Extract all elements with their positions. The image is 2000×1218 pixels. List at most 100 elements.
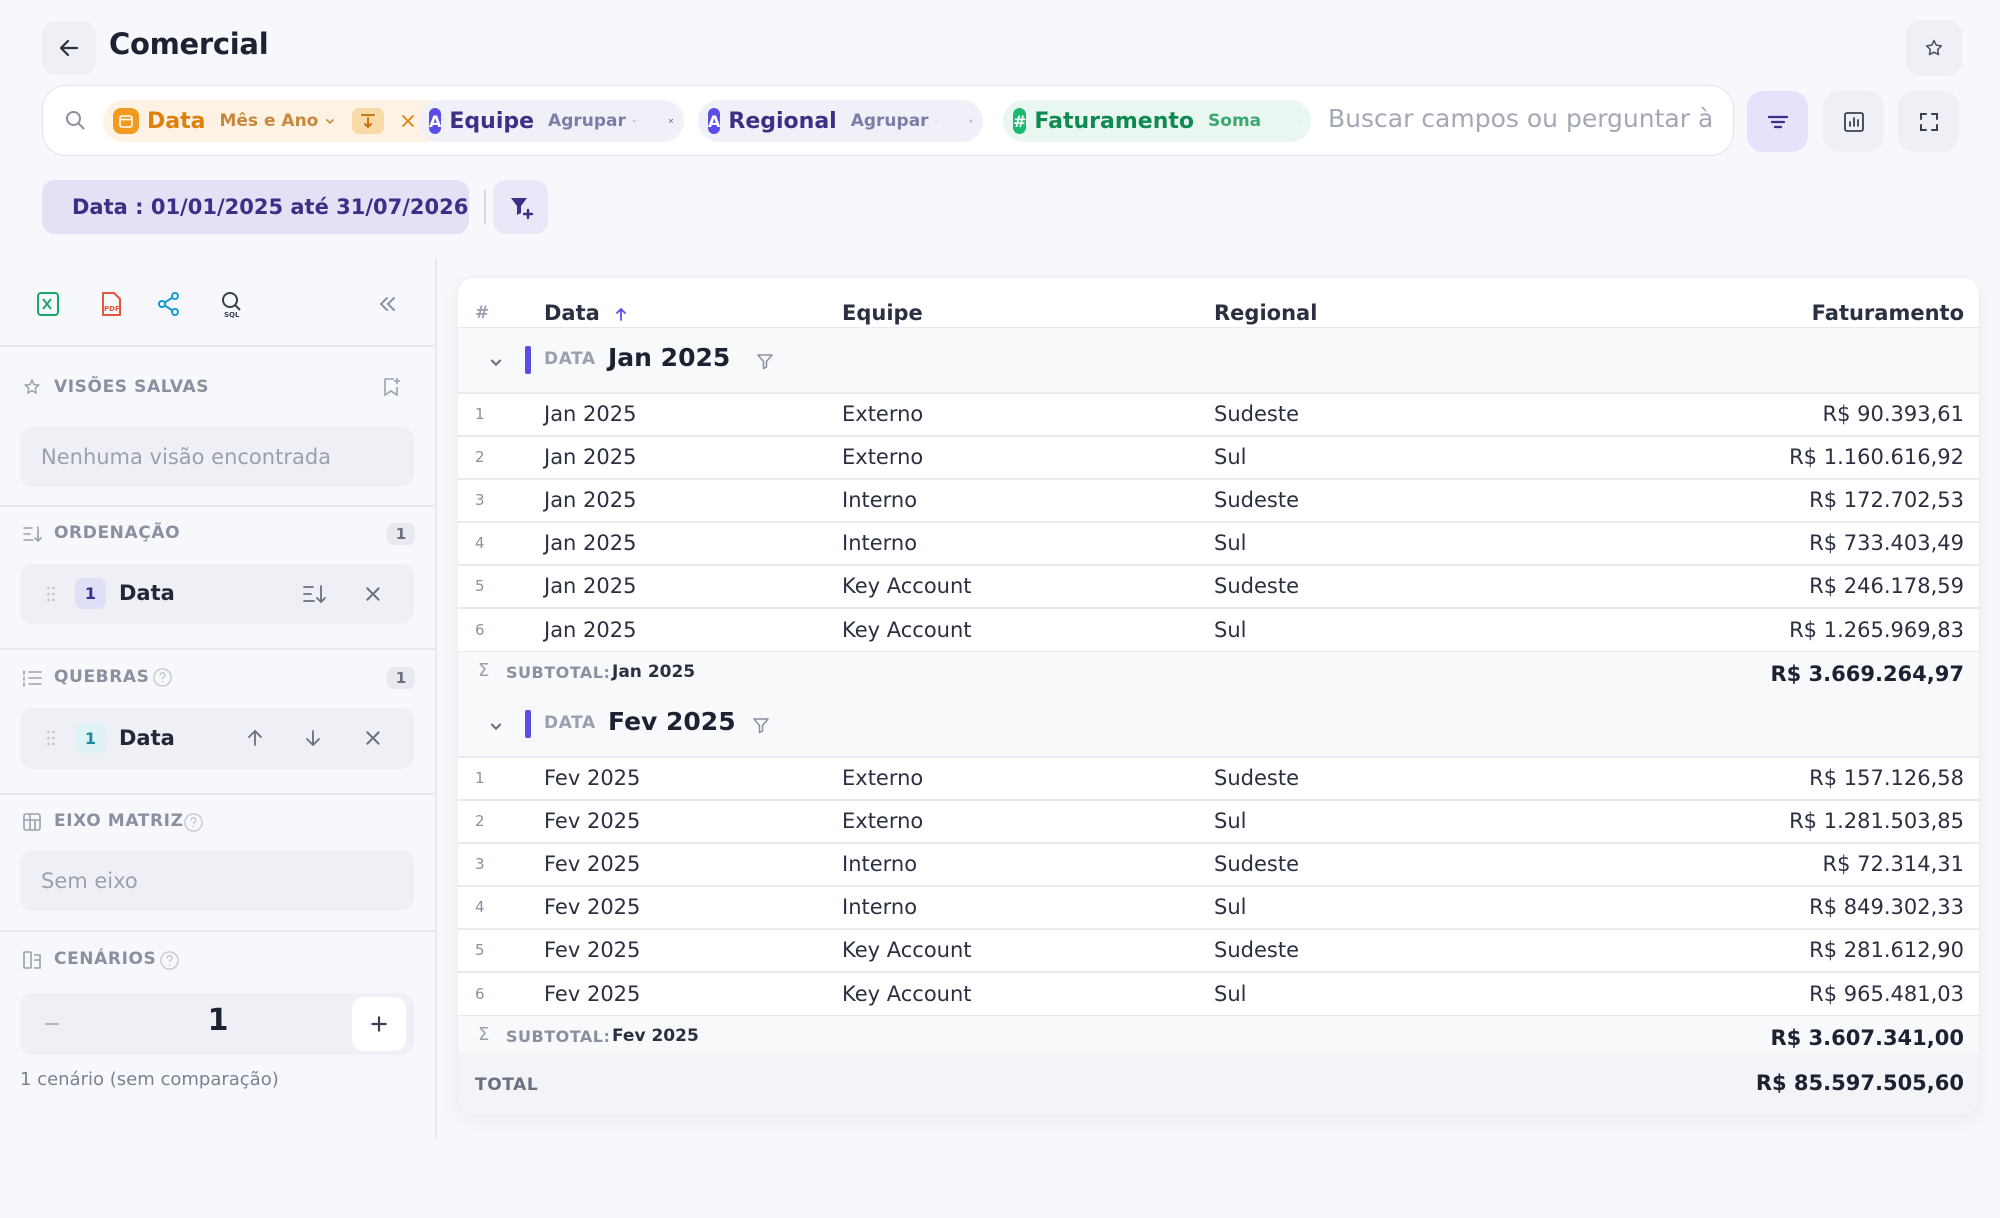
- filter-button[interactable]: [1747, 91, 1808, 152]
- page-title: Comercial: [109, 27, 269, 61]
- collapse-sidebar-icon[interactable]: [372, 289, 402, 319]
- break-item-label: Data: [119, 726, 175, 750]
- add-filter-button[interactable]: [493, 180, 548, 234]
- field-chip-faturamento[interactable]: # Faturamento Soma: [1003, 100, 1311, 142]
- item-index: 1: [75, 578, 106, 609]
- help-icon[interactable]: [152, 667, 173, 688]
- cell-regional: Sudeste: [1214, 938, 1299, 963]
- chip-aggregation[interactable]: Soma: [1208, 111, 1261, 131]
- cell-regional: Sul: [1214, 895, 1247, 920]
- table-row[interactable]: 1 Fev 2025 Externo Sudeste R$ 157.126,58: [458, 757, 1979, 800]
- break-item[interactable]: 1 Data: [20, 708, 414, 769]
- chevron-down-icon[interactable]: [488, 354, 504, 370]
- close-icon[interactable]: [364, 729, 382, 747]
- text-type-icon: A: [429, 108, 442, 134]
- table-row[interactable]: 4 Jan 2025 Interno Sul R$ 733.403,49: [458, 522, 1979, 565]
- chip-aggregation[interactable]: Agrupar: [548, 111, 626, 131]
- excel-export-icon[interactable]: [33, 289, 63, 319]
- table-row[interactable]: 5 Fev 2025 Key Account Sudeste R$ 281.61…: [458, 929, 1979, 972]
- help-icon[interactable]: [159, 950, 180, 971]
- column-header-faturamento[interactable]: Faturamento: [1812, 301, 1964, 325]
- cell-regional: Sudeste: [1214, 766, 1299, 790]
- ordering-item[interactable]: 1 Data: [20, 564, 414, 624]
- close-icon[interactable]: [1300, 113, 1301, 129]
- drag-handle-icon[interactable]: [46, 585, 56, 603]
- cell-faturamento: R$ 965.481,03: [1809, 981, 1964, 1006]
- chip-field-name: Faturamento: [1034, 108, 1195, 134]
- table-row[interactable]: 2 Fev 2025 Externo Sul R$ 1.281.503,85: [458, 800, 1979, 843]
- matrix-axis-slot[interactable]: Sem eixo: [20, 850, 414, 911]
- filter-icon[interactable]: [755, 351, 775, 371]
- cell-faturamento: R$ 90.393,61: [1822, 402, 1964, 426]
- field-chip-data[interactable]: Data Mês e Ano: [103, 100, 448, 142]
- sigma-icon: Σ: [478, 1023, 490, 1045]
- chip-aggregation[interactable]: Agrupar: [851, 111, 929, 131]
- table-row[interactable]: 2 Jan 2025 Externo Sul R$ 1.160.616,92: [458, 436, 1979, 479]
- increment-button[interactable]: [352, 997, 406, 1051]
- calendar-icon: [113, 108, 139, 134]
- filter-icon[interactable]: [751, 715, 771, 735]
- chevron-down-icon: [1267, 120, 1268, 122]
- table-row[interactable]: 6 Jan 2025 Key Account Sul R$ 1.265.969,…: [458, 609, 1979, 652]
- subtotal-row: Σ SUBTOTAL: Jan 2025 R$ 3.669.264,97: [458, 651, 1979, 696]
- cell-data: Fev 2025: [544, 895, 641, 920]
- close-icon[interactable]: [668, 113, 674, 129]
- cell-faturamento: R$ 1.281.503,85: [1789, 809, 1964, 834]
- arrow-up-icon[interactable]: [244, 727, 266, 749]
- ordering-item-label: Data: [119, 581, 175, 605]
- field-chip-equipe[interactable]: A Equipe Agrupar: [419, 100, 684, 142]
- expand-icon: [1919, 112, 1938, 131]
- table-row[interactable]: 5 Jan 2025 Key Account Sudeste R$ 246.17…: [458, 565, 1979, 608]
- chart-view-button[interactable]: [1823, 91, 1884, 152]
- table-row[interactable]: 1 Jan 2025 Externo Sudeste R$ 90.393,61: [458, 393, 1979, 436]
- sort-direction-icon[interactable]: [301, 581, 327, 607]
- scenario-note: 1 cenário (sem comparação): [20, 1069, 279, 1090]
- chip-aggregation[interactable]: Mês e Ano: [219, 111, 318, 131]
- pdf-export-icon[interactable]: PDF: [96, 289, 126, 319]
- table-row[interactable]: 4 Fev 2025 Interno Sul R$ 849.302,33: [458, 886, 1979, 929]
- group-value: Jan 2025: [608, 343, 731, 372]
- help-icon[interactable]: [183, 812, 204, 833]
- favorite-button[interactable]: [1906, 20, 1962, 76]
- drag-handle-icon[interactable]: [46, 729, 56, 747]
- back-button[interactable]: [42, 21, 96, 75]
- date-filter-chip[interactable]: Data : 01/01/2025 até 31/07/2026: [42, 180, 469, 234]
- fullscreen-button[interactable]: [1898, 91, 1959, 152]
- cell-equipe: Externo: [842, 445, 924, 470]
- column-header-index: #: [475, 303, 490, 323]
- bookmark-add-icon[interactable]: [380, 376, 402, 398]
- field-chip-regional[interactable]: A Regional Agrupar: [698, 100, 983, 142]
- share-icon[interactable]: [154, 289, 184, 319]
- sort-toggle-icon[interactable]: [352, 108, 385, 134]
- total-row: TOTAL R$ 85.597.505,60: [458, 1053, 1979, 1114]
- row-index: 5: [475, 577, 485, 596]
- count-badge: 1: [387, 523, 415, 545]
- table-row[interactable]: 3 Jan 2025 Interno Sudeste R$ 172.702,53: [458, 479, 1979, 522]
- total-value: R$ 85.597.505,60: [1755, 1071, 1964, 1095]
- decrement-button[interactable]: [25, 997, 79, 1051]
- search-input[interactable]: Buscar campos ou perguntar à I: [1328, 104, 1718, 133]
- close-icon[interactable]: [364, 585, 382, 603]
- table-row[interactable]: 6 Fev 2025 Key Account Sul R$ 965.481,03: [458, 973, 1979, 1016]
- saved-views-list: Nenhuma visão encontrada: [20, 427, 414, 487]
- cell-data: Fev 2025: [544, 852, 641, 877]
- sql-icon[interactable]: SQL: [217, 289, 247, 319]
- group-header-row[interactable]: DATA Jan 2025: [458, 328, 1979, 392]
- group-header-row[interactable]: DATA Fev 2025: [458, 692, 1979, 756]
- cell-regional: Sudeste: [1214, 574, 1299, 599]
- column-header-regional[interactable]: Regional: [1214, 301, 1317, 325]
- cell-regional: Sul: [1214, 531, 1247, 556]
- subtotal-label: SUBTOTAL:: [506, 662, 611, 682]
- svg-text:PDF: PDF: [104, 305, 120, 313]
- close-icon[interactable]: [400, 113, 416, 129]
- item-index: 1: [75, 723, 106, 754]
- column-header-data[interactable]: Data: [544, 301, 629, 325]
- chip-field-name: Data: [147, 108, 206, 134]
- column-header-equipe[interactable]: Equipe: [842, 301, 923, 325]
- close-icon[interactable]: [969, 113, 973, 129]
- table-row[interactable]: 3 Fev 2025 Interno Sudeste R$ 72.314,31: [458, 843, 1979, 886]
- cell-data: Fev 2025: [544, 938, 641, 963]
- arrow-down-icon[interactable]: [302, 727, 324, 749]
- sort-asc-icon[interactable]: [613, 306, 629, 322]
- chevron-down-icon[interactable]: [488, 718, 504, 734]
